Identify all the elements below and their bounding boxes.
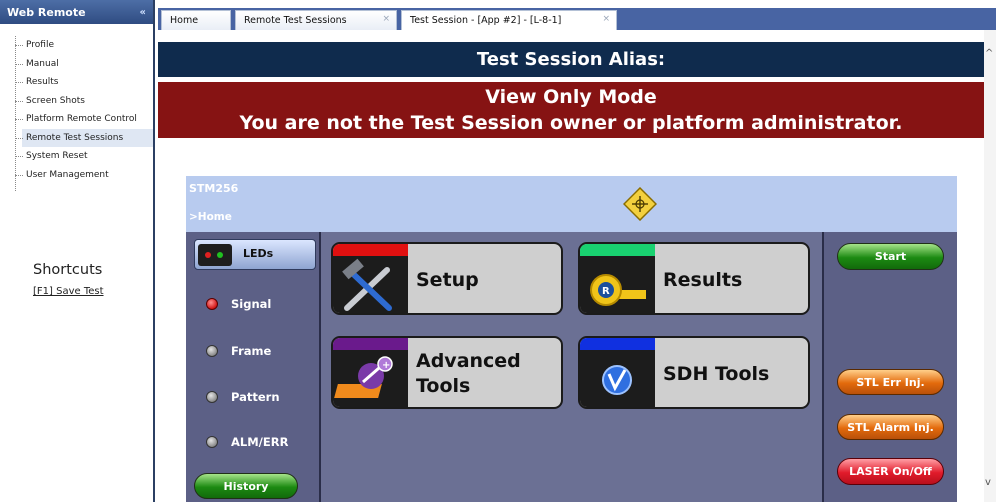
sidebar-item-system-reset[interactable]: System Reset	[15, 147, 153, 166]
laser-on-off-button[interactable]: LASER On/Off	[837, 458, 944, 485]
advanced-tools-tile[interactable]: + Advanced Tools	[331, 336, 563, 409]
svg-text:R: R	[602, 286, 610, 297]
shortcuts-panel: Shortcuts [F1] Save Test	[33, 262, 104, 297]
tab-label: Home	[170, 15, 199, 26]
advanced-tools-label-line1: Advanced	[416, 350, 521, 372]
sidebar-item-remote-test-sessions[interactable]: Remote Test Sessions	[15, 128, 153, 147]
sidebar-item-results[interactable]: Results	[15, 73, 153, 92]
sidebar-header: Web Remote «	[0, 0, 153, 24]
vertical-scrollbar[interactable]: ^ v	[984, 30, 996, 502]
stl-alarm-label: STL Alarm Inj.	[847, 420, 934, 434]
sidebar-item-profile[interactable]: Profile	[15, 36, 153, 55]
tile-strip	[580, 244, 655, 256]
tab-test-session[interactable]: Test Session - [App #2] - [L-8-1] ×	[401, 10, 617, 30]
view-only-banner: View Only Mode You are not the Test Sess…	[158, 82, 984, 138]
led-off-icon	[206, 436, 218, 448]
collapse-icon[interactable]: «	[140, 7, 146, 18]
instrument-breadcrumb[interactable]: >Home	[189, 211, 232, 223]
led-alm-err: ALM/ERR	[206, 434, 288, 450]
tab-label: Remote Test Sessions	[244, 15, 347, 26]
led-frame: Frame	[206, 343, 271, 359]
history-button[interactable]: History	[194, 473, 298, 499]
sdh-tools-tile[interactable]: SDH Tools	[578, 336, 810, 409]
advanced-tools-icon: +	[333, 350, 408, 407]
led-indicator-icon	[198, 244, 232, 266]
laser-label: LASER On/Off	[849, 465, 932, 478]
sidebar-item-manual[interactable]: Manual	[15, 55, 153, 74]
crosshair-diamond-icon[interactable]	[623, 187, 657, 221]
instrument-body: LEDs Signal Frame Pattern ALM/ERR Histor…	[186, 232, 957, 502]
instrument-model: STM256	[189, 182, 239, 195]
stl-err-label: STL Err Inj.	[856, 375, 925, 389]
results-label: Results	[663, 269, 743, 291]
leds-label: LEDs	[243, 247, 274, 260]
led-off-icon	[206, 391, 218, 403]
tile-strip	[580, 338, 655, 350]
sidebar-item-user-management[interactable]: User Management	[15, 166, 153, 185]
led-label: Pattern	[231, 390, 280, 404]
sdh-logo-icon	[580, 350, 655, 407]
nav-tree: Profile Manual Results Screen Shots Plat…	[0, 36, 153, 191]
save-test-shortcut-link[interactable]: [F1] Save Test	[33, 286, 104, 297]
start-button[interactable]: Start	[837, 243, 944, 270]
tile-strip	[333, 244, 408, 256]
results-tile[interactable]: R Results	[578, 242, 810, 315]
led-label: Frame	[231, 344, 272, 358]
tile-strip	[333, 338, 408, 350]
svg-text:+: +	[382, 360, 390, 371]
led-red-icon	[206, 298, 218, 310]
start-label: Start	[874, 250, 907, 263]
sidebar: Web Remote « Profile Manual Results Scre…	[0, 0, 155, 502]
tools-icon	[333, 256, 408, 313]
advanced-tools-label-line2: Tools	[416, 375, 471, 397]
function-tiles-area: Setup R Results + Advanced Tools SDH Too…	[323, 232, 820, 502]
scroll-up-icon[interactable]: ^	[985, 48, 993, 59]
close-icon[interactable]: ×	[602, 14, 610, 24]
tab-home[interactable]: Home	[161, 10, 231, 30]
leds-button[interactable]: LEDs	[194, 239, 316, 270]
led-label: ALM/ERR	[231, 435, 289, 449]
setup-label: Setup	[416, 269, 479, 291]
sdh-tools-label: SDH Tools	[663, 363, 770, 385]
led-off-icon	[206, 345, 218, 357]
shortcuts-title: Shortcuts	[33, 262, 103, 278]
alias-title: Test Session Alias:	[476, 49, 666, 70]
tab-remote-test-sessions[interactable]: Remote Test Sessions ×	[235, 10, 397, 30]
led-pattern: Pattern	[206, 389, 280, 405]
setup-tile[interactable]: Setup	[331, 242, 563, 315]
close-icon[interactable]: ×	[382, 14, 390, 24]
action-column: Start STL Err Inj. STL Alarm Inj. LASER …	[822, 232, 957, 502]
view-only-title: View Only Mode	[485, 86, 657, 108]
history-label: History	[223, 479, 269, 493]
test-session-alias-bar: Test Session Alias:	[158, 42, 984, 77]
stl-err-inj-button[interactable]: STL Err Inj.	[837, 369, 944, 395]
led-column: LEDs Signal Frame Pattern ALM/ERR Histor…	[186, 232, 321, 502]
sidebar-title: Web Remote	[7, 5, 86, 19]
scroll-down-icon[interactable]: v	[985, 477, 991, 488]
instrument-header: STM256 >Home	[186, 176, 957, 232]
tab-bar: Home Remote Test Sessions × Test Session…	[158, 8, 996, 30]
led-label: Signal	[231, 297, 272, 311]
instrument-panel: STM256 >Home LEDs Signal Frame Pattern A…	[186, 176, 957, 502]
tab-label: Test Session - [App #2] - [L-8-1]	[410, 15, 562, 26]
app-root: Web Remote « Profile Manual Results Scre…	[0, 0, 996, 502]
view-only-message: You are not the Test Session owner or pl…	[239, 112, 903, 134]
stl-alarm-inj-button[interactable]: STL Alarm Inj.	[837, 414, 944, 440]
tape-measure-icon: R	[580, 256, 655, 313]
sidebar-item-platform-remote-control[interactable]: Platform Remote Control	[15, 110, 153, 129]
sidebar-item-screen-shots[interactable]: Screen Shots	[15, 92, 153, 111]
led-signal: Signal	[206, 296, 271, 312]
